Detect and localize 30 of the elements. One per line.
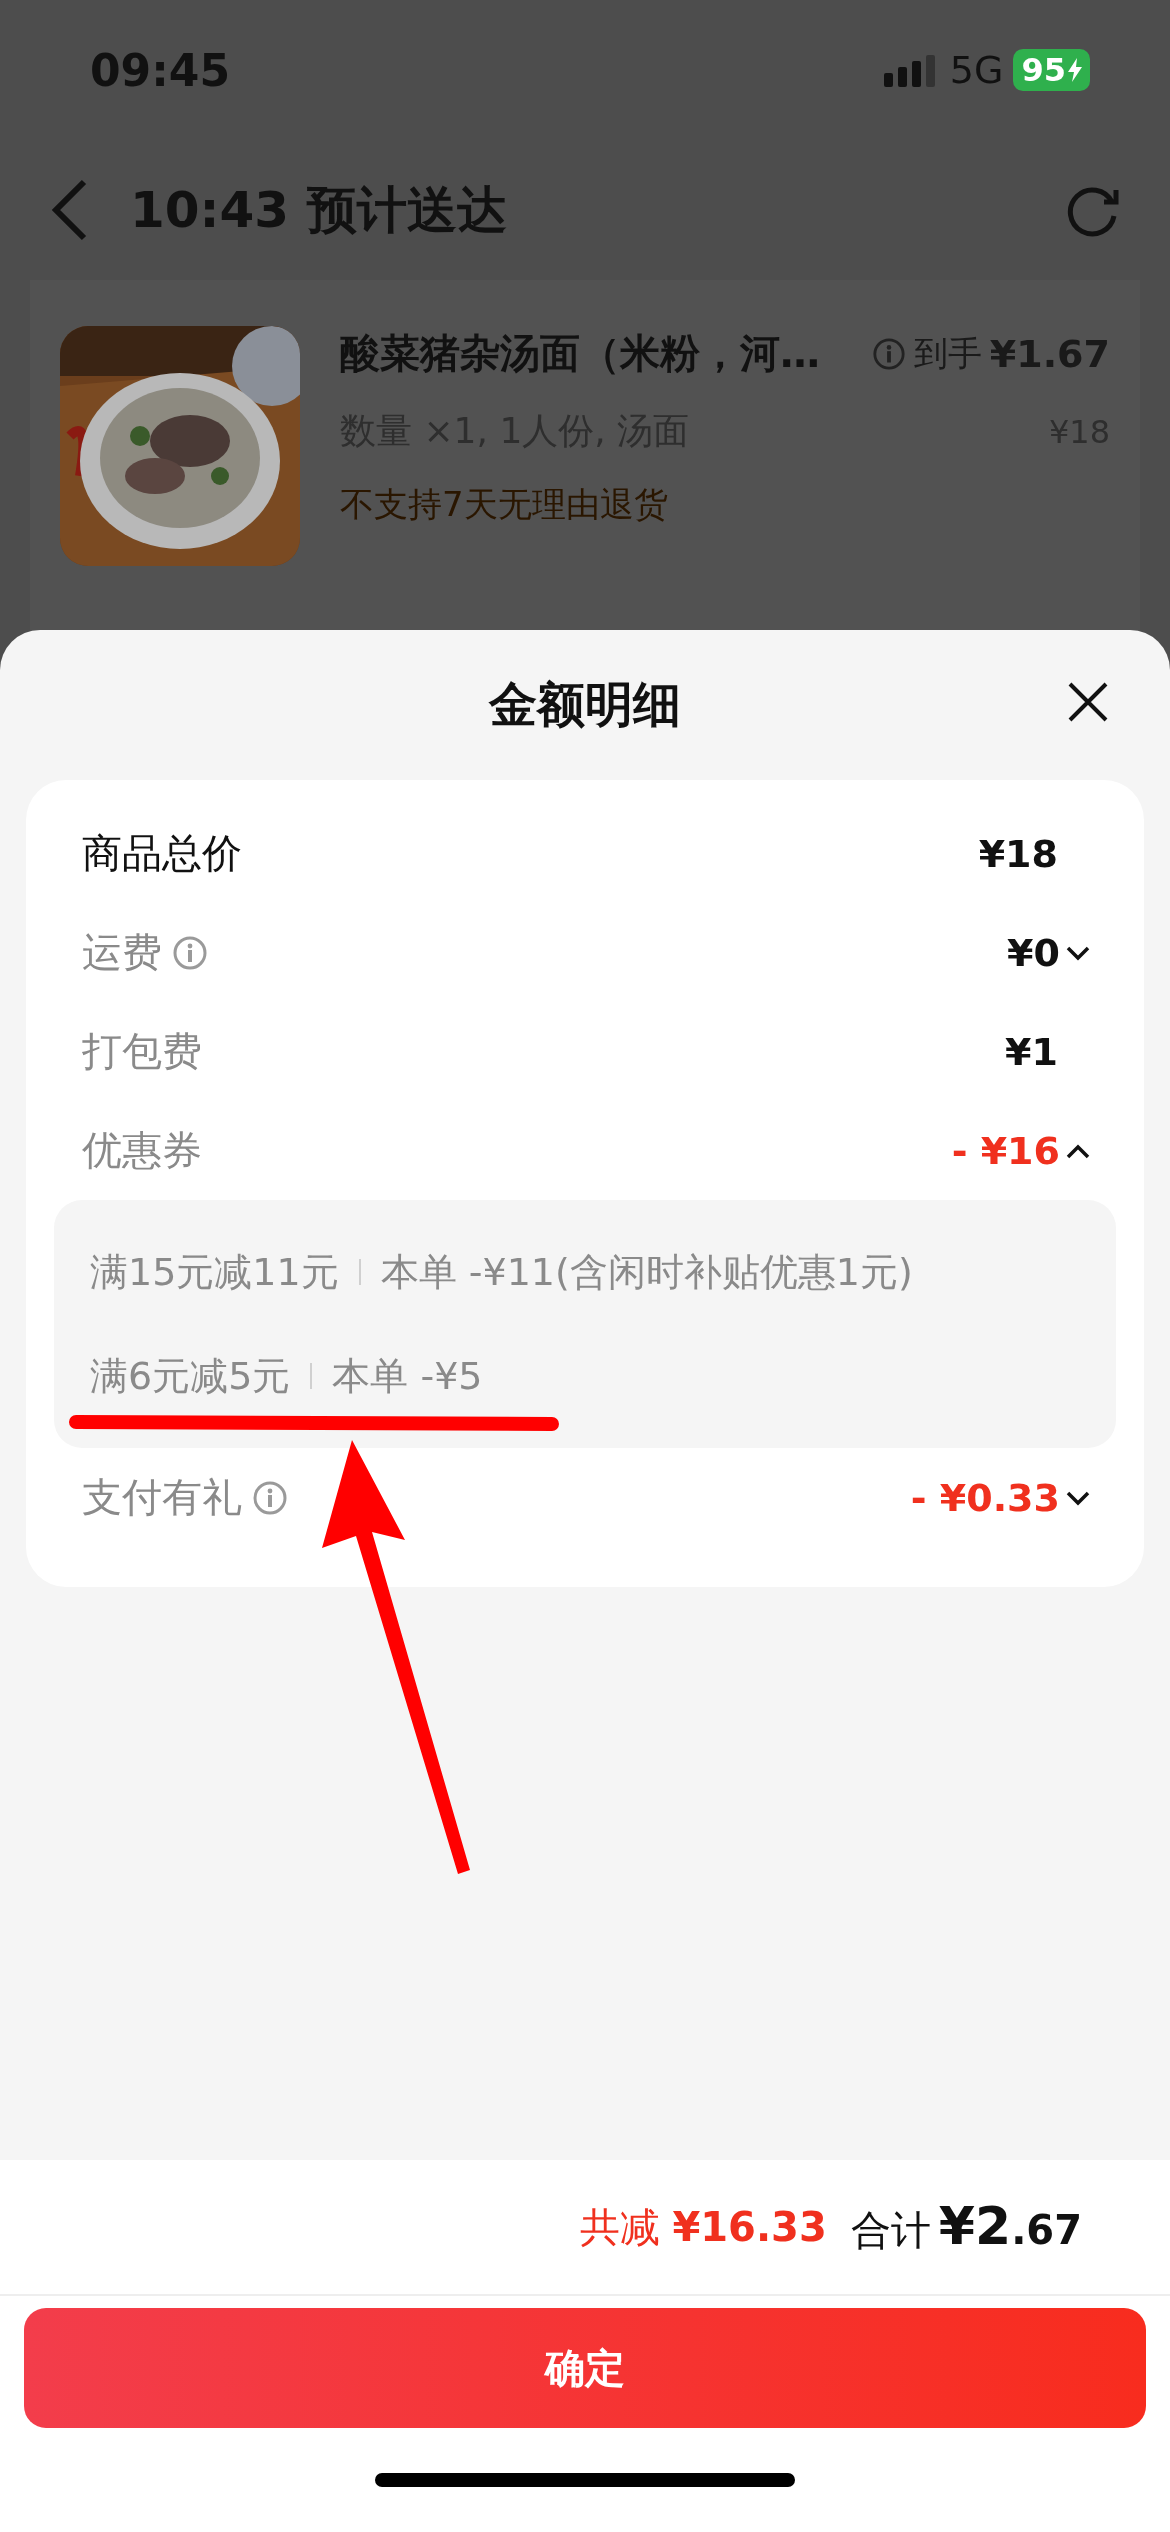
header-title: 10:43 预计送达 — [130, 179, 508, 241]
final-price-label: 到手 — [913, 331, 982, 375]
coupon-condition: 满15元减11元 — [90, 1248, 339, 1296]
coupon-amount: 本单 -¥5 — [332, 1352, 483, 1400]
confirm-button[interactable]: 确定 — [24, 2308, 1146, 2428]
row-amount: - ¥16 — [951, 1128, 1060, 1173]
row-label: 运费 — [82, 928, 162, 977]
row-amount: ¥1 — [1005, 1029, 1058, 1074]
row-amount: ¥18 — [978, 831, 1058, 876]
coupon-amount: 本单 -¥11(含闲时补贴优惠1元) — [380, 1248, 913, 1296]
row-label: 优惠券 — [82, 1126, 202, 1175]
battery-indicator: 95 — [1013, 49, 1090, 91]
coupon-condition: 满6元减5元 — [90, 1352, 291, 1400]
final-price: ¥1.67 — [989, 331, 1110, 376]
status-time: 09:45 — [90, 44, 232, 96]
info-icon[interactable] — [172, 934, 208, 971]
return-policy-notice: 不支持7天无理由退货 — [340, 483, 669, 526]
sheet-title: 金额明细 — [489, 675, 681, 734]
info-icon[interactable] — [252, 1479, 288, 1516]
row-amount: - ¥0.33 — [910, 1475, 1060, 1520]
order-total: 合计¥2.67 — [850, 2196, 1082, 2258]
row-label: 支付有礼 — [82, 1473, 242, 1522]
row-label: 打包费 — [82, 1027, 202, 1076]
close-icon[interactable] — [1066, 680, 1110, 724]
network-label: 5G — [949, 48, 1004, 92]
row-label: 商品总价 — [82, 829, 242, 878]
total-discount: 共减 ¥16.33 — [579, 2202, 827, 2252]
info-icon[interactable] — [871, 336, 906, 371]
product-name: 酸菜猪杂汤面（米粉，河… — [340, 329, 820, 378]
row-amount: ¥0 — [1007, 930, 1060, 975]
